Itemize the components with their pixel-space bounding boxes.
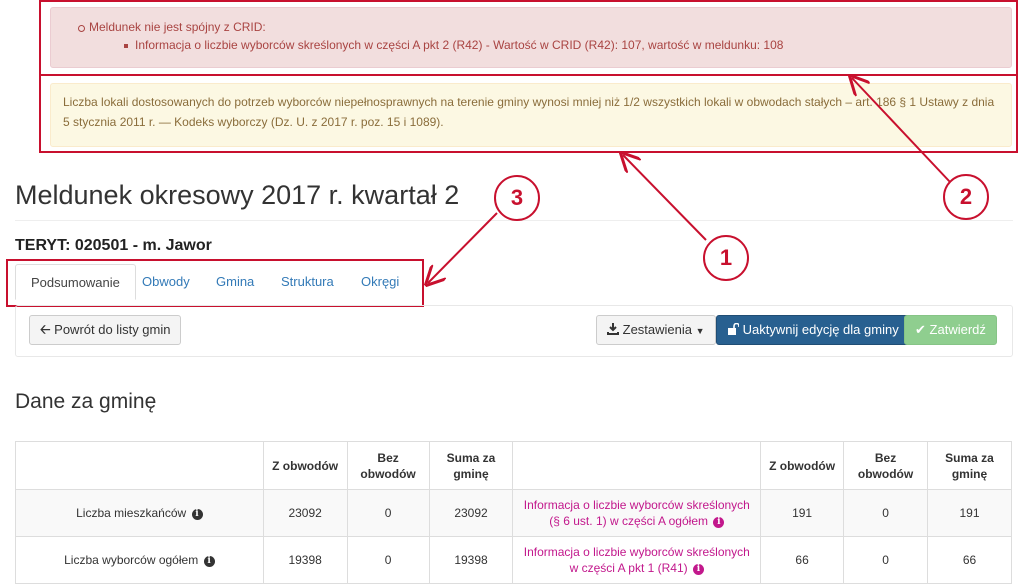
row-link-cell: Informacja o liczbie wyborców skreślonyc…: [512, 536, 762, 584]
tab-obwody[interactable]: Obwody: [127, 264, 205, 300]
teryt-label: TERYT: 020501 - m. Jawor: [15, 237, 212, 254]
table-row: Liczba mieszkańców i 23092 0 23092 Infor…: [15, 489, 1012, 537]
row-label-cell: Liczba wyborców ogółem i: [15, 536, 264, 584]
accessibility-warning-alert: Liczba lokali dostosowanych do potrzeb w…: [50, 83, 1012, 147]
annotation-marker-1: 1: [703, 235, 749, 281]
table-header: Suma za gminę: [927, 441, 1012, 490]
table-cell: 191: [760, 489, 845, 537]
back-to-list-label: Powrót do listy gmin: [54, 322, 171, 337]
municipality-data-table: Z obwodów Bez obwodów Suma za gminę Z ob…: [15, 441, 1012, 584]
table-cell: 23092: [262, 489, 348, 537]
tab-okregi[interactable]: Okręgi: [346, 264, 414, 300]
crid-error-heading: Meldunek nie jest spójny z CRID:: [78, 20, 266, 34]
table-cell: 0: [843, 489, 929, 537]
row-link-cell: Informacja o liczbie wyborców skreślonyc…: [512, 489, 762, 537]
table-header: Bez obwodów: [843, 441, 929, 490]
table-header: Bez obwodów: [346, 441, 430, 490]
table-header: [512, 441, 762, 490]
summaries-dropdown-button[interactable]: Zestawienia ▼: [596, 315, 716, 345]
back-to-list-button[interactable]: 🡠 Powrót do listy gmin: [29, 315, 182, 345]
table-cell: 19398: [262, 536, 348, 584]
crid-error-detail: Informacja o liczbie wyborców skreślonyc…: [123, 38, 784, 52]
row-link-label[interactable]: Informacja o liczbie wyborców skreślonyc…: [524, 545, 750, 575]
activate-edit-label: Uaktywnij edycję dla gminy: [742, 322, 899, 337]
table-cell: 0: [346, 536, 430, 584]
tab-podsumowanie[interactable]: Podsumowanie: [15, 264, 136, 300]
table-cell: 0: [346, 489, 430, 537]
table-cell: 191: [927, 489, 1012, 537]
row-label: Liczba wyborców ogółem: [64, 553, 199, 567]
table-header: Z obwodów: [760, 441, 845, 490]
arrow-left-icon: 🡠: [40, 322, 51, 337]
approve-label: Zatwierdź: [929, 322, 986, 337]
table-header: [15, 441, 264, 490]
unlock-icon: [728, 322, 740, 335]
table-cell: 66: [927, 536, 1012, 584]
action-toolbar: 🡠 Powrót do listy gmin Zestawienia ▼ Uak…: [15, 305, 1013, 357]
info-icon[interactable]: i: [203, 556, 215, 567]
section-title: Dane za gminę: [15, 390, 157, 413]
table-header: Suma za gminę: [428, 441, 514, 490]
table-header: Z obwodów: [262, 441, 348, 490]
annotation-arrow-3: [428, 212, 498, 283]
info-icon[interactable]: i: [191, 509, 203, 520]
row-label-cell: Liczba mieszkańców i: [15, 489, 264, 537]
annotation-marker-3: 3: [494, 175, 540, 221]
table-cell: 23092: [428, 489, 514, 537]
info-icon[interactable]: i: [693, 564, 704, 575]
activate-edit-button[interactable]: Uaktywnij edycję dla gminy: [716, 315, 910, 345]
summaries-label: Zestawienia: [622, 322, 692, 337]
page-title: Meldunek okresowy 2017 r. kwartał 2: [15, 180, 460, 210]
tab-gmina[interactable]: Gmina: [201, 264, 269, 300]
crid-error-alert: Meldunek nie jest spójny z CRID: Informa…: [50, 7, 1012, 68]
approve-button[interactable]: ✔ Zatwierdź: [904, 315, 997, 345]
row-label: Liczba mieszkańców: [76, 506, 187, 520]
annotation-marker-2: 2: [943, 174, 989, 220]
table-cell: 66: [760, 536, 845, 584]
tab-struktura[interactable]: Struktura: [266, 264, 349, 300]
download-icon: [607, 323, 619, 335]
annotation-arrow-1: [623, 155, 707, 241]
table-row: Liczba wyborców ogółem i 19398 0 19398 I…: [15, 536, 1012, 584]
caret-down-icon: ▼: [695, 326, 705, 336]
checkmark-icon: ✔: [915, 322, 926, 337]
table-cell: 19398: [428, 536, 514, 584]
info-icon[interactable]: i: [713, 517, 725, 528]
table-header-row: Z obwodów Bez obwodów Suma za gminę Z ob…: [15, 441, 1012, 490]
table-cell: 0: [843, 536, 929, 584]
